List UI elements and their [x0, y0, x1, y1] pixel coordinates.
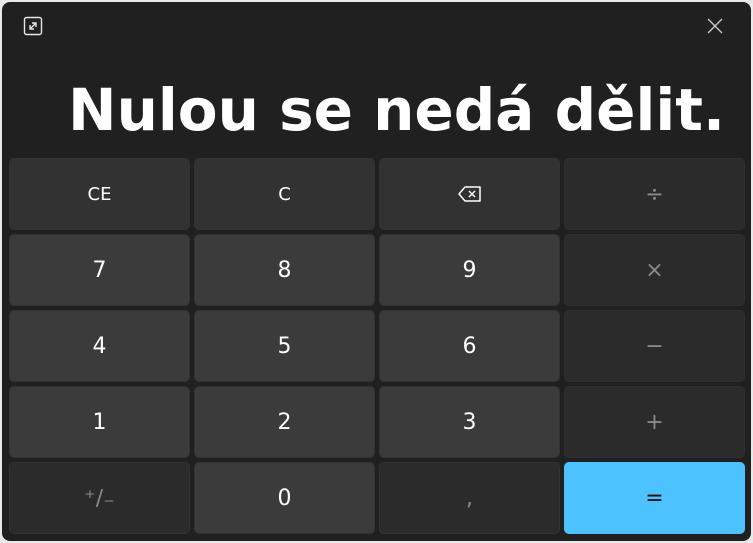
digit-3-button[interactable]: 3 — [379, 386, 560, 458]
backspace-button[interactable] — [379, 158, 560, 230]
digit-4-button[interactable]: 4 — [9, 310, 190, 382]
digit-8-button[interactable]: 8 — [194, 234, 375, 306]
result-display: Nulou se nedá dělit. — [68, 76, 725, 144]
negate-button[interactable]: ⁺∕₋ — [9, 462, 190, 534]
digit-6-button[interactable]: 6 — [379, 310, 560, 382]
divide-button[interactable]: ÷ — [564, 158, 745, 230]
keypad: CE C ÷ 7 8 9 × 4 5 6 − 1 2 3 + ⁺∕₋ 0 , = — [9, 158, 747, 536]
plus-button[interactable]: + — [564, 386, 745, 458]
equals-button[interactable]: = — [564, 462, 745, 534]
backspace-icon — [457, 186, 481, 202]
digit-9-button[interactable]: 9 — [379, 234, 560, 306]
digit-5-button[interactable]: 5 — [194, 310, 375, 382]
title-bar — [2, 2, 751, 48]
close-icon[interactable] — [698, 9, 732, 43]
clear-entry-button[interactable]: CE — [9, 158, 190, 230]
clear-button[interactable]: C — [194, 158, 375, 230]
minus-button[interactable]: − — [564, 310, 745, 382]
multiply-button[interactable]: × — [564, 234, 745, 306]
calculator-window: Nulou se nedá dělit. CE C ÷ 7 8 9 × 4 5 … — [2, 2, 751, 541]
digit-7-button[interactable]: 7 — [9, 234, 190, 306]
restore-compact-icon[interactable] — [16, 9, 50, 43]
decimal-button[interactable]: , — [379, 462, 560, 534]
digit-0-button[interactable]: 0 — [194, 462, 375, 534]
digit-1-button[interactable]: 1 — [9, 386, 190, 458]
digit-2-button[interactable]: 2 — [194, 386, 375, 458]
